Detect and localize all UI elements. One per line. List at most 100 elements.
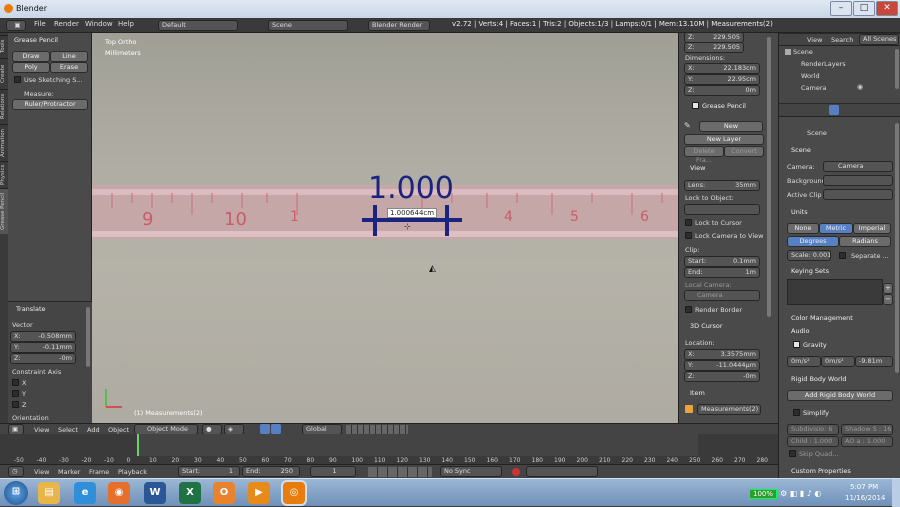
new-layer-button[interactable]: New Layer <box>684 134 764 145</box>
render-border-checkbox[interactable] <box>685 306 692 313</box>
cursor-x-field[interactable]: X: 3.3575mm <box>684 349 760 360</box>
gravity-header[interactable]: Gravity <box>803 341 827 349</box>
explorer-icon[interactable]: ▤ <box>38 482 60 504</box>
shadow-samples-field[interactable]: Shadow S : 16 <box>841 424 893 435</box>
current-frame-indicator[interactable] <box>137 434 139 456</box>
gravity-checkbox[interactable] <box>793 341 800 348</box>
vector-y-field[interactable]: Y: -0.11mm <box>10 342 76 353</box>
outliner-world[interactable]: World <box>801 72 820 80</box>
gp-new-button[interactable]: New <box>699 121 763 132</box>
clock-time[interactable]: 5:07 PM <box>850 483 878 491</box>
line-button[interactable]: Line <box>50 51 88 62</box>
constraint-z-checkbox[interactable] <box>12 401 19 408</box>
keying-remove-button[interactable]: − <box>883 294 893 305</box>
start-frame-field[interactable]: Start: 1 <box>178 466 240 477</box>
constraint-y-checkbox[interactable] <box>12 390 19 397</box>
clip-start-field[interactable]: Start: 0.1mm <box>684 256 760 267</box>
editor-type-icon[interactable]: ▣ <box>6 20 26 31</box>
scene-camera-field[interactable]: Camera <box>823 161 893 172</box>
outliner-search-menu[interactable]: Search <box>831 36 853 44</box>
excel-icon[interactable]: X <box>179 482 201 504</box>
vector-x-field[interactable]: X: -0.508mm <box>10 331 76 342</box>
separate-units-checkbox[interactable] <box>839 252 846 259</box>
outlook-icon[interactable]: O <box>213 482 235 504</box>
outliner-scene[interactable]: Scene <box>793 48 813 56</box>
ao-bounces-field[interactable]: AO a : 1.000 <box>841 436 893 447</box>
3d-viewport[interactable]: 9 10 1 4 5 6 Top Ortho Millimeters 1.000… <box>92 33 678 423</box>
add-rigid-body-world-button[interactable]: Add Rigid Body World <box>787 390 893 401</box>
timeline-marker-menu[interactable]: Marker <box>58 468 80 476</box>
convert-button[interactable]: Convert <box>724 146 764 157</box>
tab-relations[interactable]: Relations <box>0 89 8 123</box>
render-engine-select[interactable]: Blender Render <box>368 20 430 31</box>
tray-icons[interactable]: ⚙ ◧ ▮ ♪ ◐ <box>780 489 821 498</box>
local-camera-field[interactable]: Camera <box>684 290 760 301</box>
gravity-y-field[interactable]: 0m/s² <box>821 356 855 367</box>
ruler-protractor-button[interactable]: Ruler/Protractor <box>12 99 88 110</box>
dimension-x-field[interactable]: X: 22.183cm <box>684 63 760 74</box>
outliner-render-layers[interactable]: RenderLayers <box>801 60 846 68</box>
translate-manipulator[interactable] <box>271 424 281 434</box>
keying-set-field[interactable] <box>526 466 598 477</box>
item-header[interactable]: Item <box>690 389 705 397</box>
tab-animation[interactable]: Animation <box>0 124 8 160</box>
custom-properties-header[interactable]: Custom Properties <box>791 467 851 475</box>
timeline-editor-icon[interactable]: ◷ <box>8 466 24 477</box>
camera-object-icon[interactable]: ◭ <box>429 264 436 274</box>
current-frame-field[interactable]: 1 <box>310 466 356 477</box>
show-desktop-button[interactable] <box>892 479 900 507</box>
sync-select[interactable]: No Sync <box>440 466 502 477</box>
sketching-checkbox[interactable] <box>14 76 21 83</box>
record-icon[interactable] <box>512 468 520 476</box>
add-menu[interactable]: Add <box>87 426 100 434</box>
units-none-button[interactable]: None <box>787 223 819 234</box>
scene-select[interactable]: Scene <box>268 20 348 31</box>
poly-button[interactable]: Poly <box>12 62 50 73</box>
delete-frame-button[interactable]: Delete Fra... <box>684 146 724 164</box>
menu-window[interactable]: Window <box>85 20 113 28</box>
menu-file[interactable]: File <box>34 20 46 28</box>
object-menu[interactable]: Object <box>108 426 129 434</box>
subdivision-field[interactable]: Subdivisio: 6 <box>787 424 839 435</box>
keying-add-button[interactable]: + <box>883 283 893 294</box>
word-icon[interactable]: W <box>144 482 166 504</box>
view-menu[interactable]: View <box>34 426 49 434</box>
lens-field[interactable]: Lens: 35mm <box>684 180 760 191</box>
eye-icon[interactable]: ◉ <box>857 83 863 91</box>
active-clip-field[interactable] <box>823 189 893 200</box>
timeline-frame-menu[interactable]: Frame <box>89 468 109 476</box>
timeline[interactable] <box>0 434 778 464</box>
erase-button[interactable]: Erase <box>50 62 88 73</box>
translate-header[interactable]: Translate <box>16 305 46 313</box>
units-panel-header[interactable]: Units <box>791 208 808 216</box>
color-management-header[interactable]: Color Management <box>791 314 853 322</box>
start-button-icon[interactable]: ⊞ <box>4 481 28 505</box>
draw-button[interactable]: Draw <box>12 51 50 62</box>
grease-pencil-header[interactable]: Grease Pencil <box>702 102 746 110</box>
menu-render[interactable]: Render <box>54 20 79 28</box>
internet-explorer-icon[interactable]: e <box>74 482 96 504</box>
keying-sets-list[interactable] <box>787 279 883 305</box>
dimension-y-field[interactable]: Y: 22.95cm <box>684 74 760 85</box>
select-menu[interactable]: Select <box>58 426 78 434</box>
npanel-scrollbar[interactable] <box>767 37 771 317</box>
grease-pencil-checkbox[interactable] <box>692 102 699 109</box>
skip-quad-checkbox[interactable] <box>789 450 796 457</box>
playback-controls[interactable] <box>368 467 432 477</box>
outliner-view-menu[interactable]: View <box>807 36 822 44</box>
units-imperial-button[interactable]: Imperial <box>853 223 891 234</box>
manipulator-toggle[interactable] <box>260 424 270 434</box>
cursor-z-field[interactable]: Z: -0m <box>684 371 760 382</box>
tab-physics[interactable]: Physics <box>0 161 8 187</box>
dimension-z-field[interactable]: Z: 0m <box>684 85 760 96</box>
keying-sets-header[interactable]: Keying Sets <box>791 267 829 275</box>
menu-help[interactable]: Help <box>118 20 134 28</box>
radians-button[interactable]: Radians <box>839 236 891 247</box>
cursor-y-field[interactable]: Y: -11.0444μm <box>684 360 760 371</box>
maximize-button[interactable]: □ <box>853 1 875 16</box>
rigid-body-world-header[interactable]: Rigid Body World <box>791 375 847 383</box>
degrees-button[interactable]: Degrees <box>787 236 839 247</box>
grease-pencil-panel-header[interactable]: Grease Pencil <box>14 36 58 44</box>
scene-tab-icon[interactable] <box>829 105 839 115</box>
clock-date[interactable]: 11/16/2014 <box>845 494 885 502</box>
